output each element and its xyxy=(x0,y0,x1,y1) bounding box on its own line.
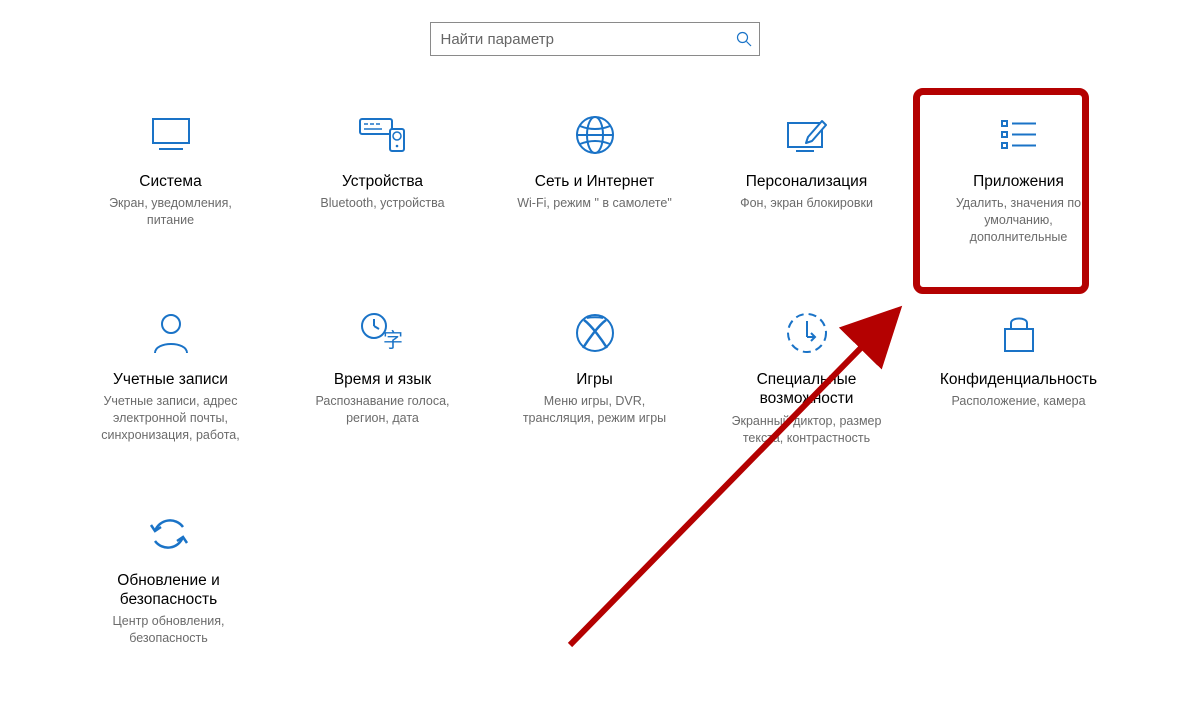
tile-desc: Экран, уведомления, питание xyxy=(89,195,253,229)
tile-ease-of-access[interactable]: Специальные возможности Экранный диктор,… xyxy=(725,308,889,447)
tile-title: Игры xyxy=(513,370,677,389)
tile-privacy[interactable]: Конфиденциальность Расположение, камера xyxy=(937,308,1101,447)
tile-title: Учетные записи xyxy=(89,370,253,389)
tile-devices[interactable]: Устройства Bluetooth, устройства xyxy=(301,110,465,246)
globe-icon xyxy=(513,110,677,160)
settings-row: Учетные записи Учетные записи, адрес эле… xyxy=(89,308,1101,447)
tile-personalization[interactable]: Персонализация Фон, экран блокировки xyxy=(725,110,889,246)
ease-of-access-icon xyxy=(725,308,889,358)
tile-apps[interactable]: Приложения Удалить, значения по умолчани… xyxy=(937,110,1101,246)
tile-network[interactable]: Сеть и Интернет Wi-Fi, режим " в самолет… xyxy=(513,110,677,246)
apps-icon xyxy=(937,110,1101,160)
lock-icon xyxy=(937,308,1101,358)
tile-desc: Wi-Fi, режим " в самолете" xyxy=(513,195,677,212)
accounts-icon xyxy=(89,308,253,358)
tile-title: Время и язык xyxy=(301,370,465,389)
tile-desc: Экранный диктор, размер текста, контраст… xyxy=(725,413,889,447)
tile-desc: Расположение, камера xyxy=(937,393,1101,410)
tile-time-language[interactable]: 字 Время и язык Распознавание голоса, рег… xyxy=(301,308,465,447)
tile-desc: Bluetooth, устройства xyxy=(301,195,465,212)
tile-desc: Распознавание голоса, регион, дата xyxy=(301,393,465,427)
tile-title: Специальные возможности xyxy=(725,370,889,409)
tile-system[interactable]: Система Экран, уведомления, питание xyxy=(89,110,253,246)
time-language-icon: 字 xyxy=(301,308,465,358)
tile-title: Персонализация xyxy=(725,172,889,191)
tile-update-security[interactable]: Обновление и безопасность Центр обновлен… xyxy=(87,509,251,648)
tile-title: Система xyxy=(89,172,253,191)
tile-title: Устройства xyxy=(301,172,465,191)
update-icon xyxy=(87,509,251,559)
tile-title: Приложения xyxy=(937,172,1101,191)
tile-title: Сеть и Интернет xyxy=(513,172,677,191)
search-container xyxy=(430,22,760,56)
personalization-icon xyxy=(725,110,889,160)
tile-desc: Фон, экран блокировки xyxy=(725,195,889,212)
tile-title: Конфиденциальность xyxy=(937,370,1101,389)
tile-title: Обновление и безопасность xyxy=(87,571,251,610)
tile-gaming[interactable]: Игры Меню игры, DVR, трансляция, режим и… xyxy=(513,308,677,447)
tile-desc: Удалить, значения по умолчанию, дополнит… xyxy=(937,195,1101,246)
devices-icon xyxy=(301,110,465,160)
tile-desc: Центр обновления, безопасность xyxy=(87,613,251,647)
settings-row: Обновление и безопасность Центр обновлен… xyxy=(87,509,1103,648)
tile-desc: Меню игры, DVR, трансляция, режим игры xyxy=(513,393,677,427)
system-icon xyxy=(89,110,253,160)
tile-desc: Учетные записи, адрес электронной почты,… xyxy=(89,393,253,444)
settings-row: Система Экран, уведомления, питание Устр… xyxy=(89,110,1101,246)
svg-text:字: 字 xyxy=(383,329,403,352)
settings-grid: Система Экран, уведомления, питание Устр… xyxy=(0,110,1189,647)
xbox-icon xyxy=(513,308,677,358)
search-input[interactable] xyxy=(430,22,760,56)
tile-accounts[interactable]: Учетные записи Учетные записи, адрес эле… xyxy=(89,308,253,447)
